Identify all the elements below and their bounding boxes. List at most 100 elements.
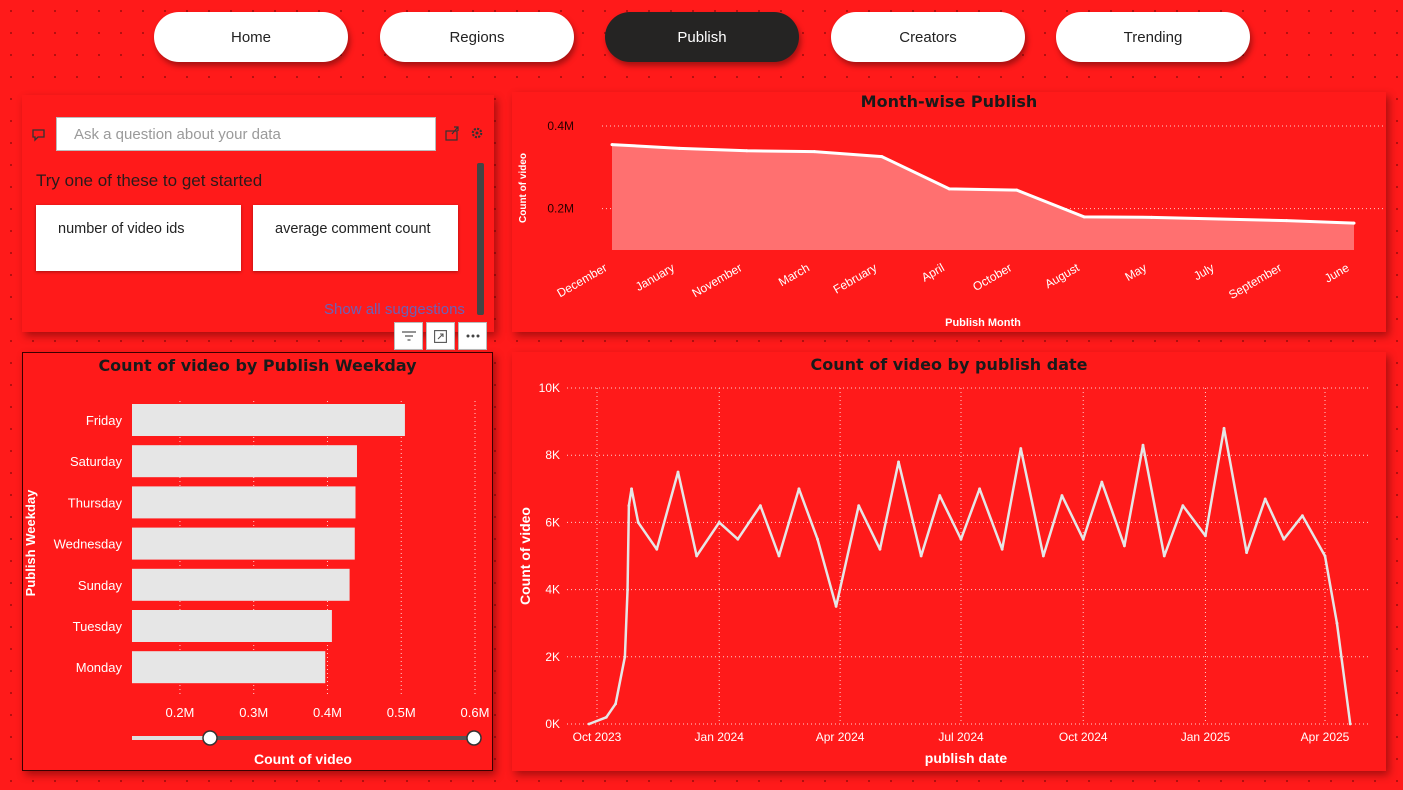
data-point (655, 547, 659, 551)
range-slider-max-handle[interactable] (466, 730, 482, 746)
x-tick-label: July (1191, 260, 1216, 283)
bar (132, 527, 355, 560)
y-tick-label: 4K (545, 583, 560, 597)
y-tick-label: Thursday (68, 495, 123, 510)
nav-trending-button[interactable]: Trending (1056, 12, 1250, 62)
x-tick-label: February (831, 260, 880, 296)
data-point (857, 504, 861, 507)
data-point (812, 150, 816, 154)
nav-regions-button[interactable]: Regions (380, 12, 574, 62)
bar (132, 445, 357, 478)
data-point (1082, 215, 1086, 219)
data-point (1019, 447, 1023, 450)
data-point (1041, 554, 1045, 558)
y-tick-label: Tuesday (73, 619, 123, 634)
x-tick-label: November (689, 260, 744, 300)
y-tick-label: 0.2M (547, 202, 574, 216)
nav-creators-button[interactable]: Creators (831, 12, 1025, 62)
x-tick-label: April (919, 260, 947, 284)
y-tick-label: 0K (545, 717, 560, 731)
data-point (610, 143, 614, 147)
data-point (1348, 722, 1352, 726)
x-axis-title: publish date (925, 750, 1008, 766)
data-point (636, 521, 640, 524)
y-tick-label: Sunday (78, 578, 123, 593)
show-all-suggestions-link[interactable]: Show all suggestions (324, 301, 465, 318)
y-axis-title: Count of video (517, 507, 533, 605)
data-point (1301, 514, 1304, 518)
y-tick-label: Saturday (70, 454, 123, 469)
publish-date-line-chart[interactable]: 0K 2K 4K 6K 8K 10K Oct 2023 Jan 2024 Apr 2024 Jul… (512, 352, 1386, 771)
data-point (919, 554, 923, 558)
data-point (1323, 554, 1327, 558)
publish-date-chart-panel: Count of video by publish date 0K 2K 4K 6K 8… (512, 352, 1386, 771)
x-tick-label: Apr 2025 (1301, 730, 1350, 744)
suggestion-number-of-video-ids[interactable]: number of video ids (36, 205, 241, 271)
range-slider-min-handle[interactable] (202, 730, 218, 746)
more-options-icon[interactable] (458, 322, 487, 350)
data-point (626, 588, 629, 591)
weekday-chart-panel: Count of video by Publish Weekday 0.2M 0.… (22, 352, 493, 771)
filter-icon[interactable] (394, 322, 423, 350)
data-point (947, 187, 951, 191)
data-point (978, 487, 981, 491)
y-axis-title: Count of video (518, 153, 529, 223)
data-point (1245, 551, 1249, 555)
suggestion-average-comment-count[interactable]: average comment count (253, 205, 458, 271)
data-point (1141, 443, 1145, 447)
x-tick-label: December (555, 260, 610, 300)
data-point (1000, 547, 1004, 551)
data-point (1217, 217, 1221, 221)
data-point (938, 494, 942, 497)
data-point (1335, 621, 1339, 625)
y-tick-label: 6K (545, 515, 560, 529)
data-point (1352, 221, 1356, 225)
data-point (816, 537, 819, 541)
x-tick-label: September (1226, 260, 1284, 301)
data-point (677, 146, 681, 150)
weekday-bar-chart[interactable]: 0.2M 0.3M 0.4M 0.5M 0.6M Friday Saturday Thursd… (23, 353, 492, 770)
data-point (630, 487, 633, 491)
data-point (604, 715, 608, 719)
data-point (1222, 426, 1226, 430)
data-point (736, 537, 740, 541)
month-wise-area-chart[interactable]: 0.2M 0.4M December January November March Febr… (512, 92, 1386, 332)
data-point (587, 722, 591, 726)
nav-publish-button[interactable]: Publish (605, 12, 799, 62)
data-point (878, 547, 882, 551)
x-tick-label: Oct 2024 (1059, 730, 1108, 744)
x-tick-label: 0.6M (461, 705, 490, 720)
x-tick-label: October (970, 260, 1014, 293)
data-point (627, 504, 631, 507)
x-tick-label: 0.3M (239, 705, 268, 720)
x-tick-label: March (776, 260, 812, 289)
qa-prompt: Try one of these to get started (36, 171, 263, 190)
data-point (834, 605, 838, 608)
focus-mode-icon[interactable] (426, 322, 455, 350)
share-icon[interactable] (445, 125, 461, 141)
data-point (1060, 494, 1064, 497)
qa-scrollbar[interactable] (477, 163, 484, 315)
series-line (588, 427, 1352, 726)
x-tick-label: Jan 2024 (695, 730, 745, 744)
y-axis-title: Publish Weekday (23, 489, 38, 596)
y-tick-label: Wednesday (54, 537, 123, 552)
y-tick-label: Friday (86, 413, 123, 428)
y-tick-label: Monday (76, 660, 123, 675)
data-point (1162, 554, 1166, 558)
data-point (695, 554, 699, 558)
x-tick-label: Jul 2024 (938, 730, 984, 744)
x-tick-label: 0.2M (165, 705, 194, 720)
data-point (614, 702, 617, 706)
nav-home-button[interactable]: Home (154, 12, 348, 62)
data-point (1204, 534, 1207, 538)
data-point (959, 537, 963, 541)
qa-question-input[interactable] (56, 117, 436, 151)
x-tick-label: Apr 2024 (816, 730, 865, 744)
data-point (777, 554, 781, 558)
data-point (1263, 497, 1267, 501)
x-tick-label: June (1322, 260, 1352, 285)
chat-icon[interactable] (31, 128, 47, 142)
gear-icon[interactable] (470, 126, 484, 140)
bar (132, 486, 356, 519)
